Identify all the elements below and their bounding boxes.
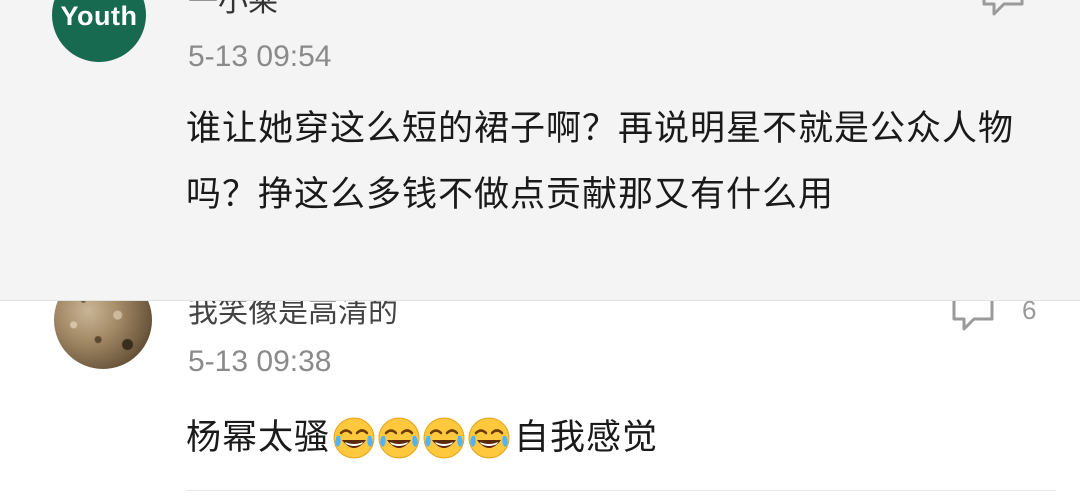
username[interactable]: 我笑像是高清的 bbox=[188, 301, 398, 331]
comment-icon[interactable] bbox=[978, 0, 1028, 18]
comment-text-before-emoji: 杨幂太骚 bbox=[186, 418, 331, 458]
tears-of-joy-emoji bbox=[378, 417, 420, 459]
comment-card[interactable]: 我笑像是高清的 6 5-13 09:38 杨幂太骚 自我感觉 bbox=[0, 300, 1080, 501]
user-avatar[interactable] bbox=[54, 301, 152, 369]
username[interactable]: 一小莱 bbox=[188, 0, 278, 20]
tears-of-joy-emoji bbox=[423, 417, 465, 459]
comment-timestamp: 5-13 09:54 bbox=[188, 40, 332, 73]
comment-text: 谁让她穿这么短的裙子啊？再说明星不就是公众人物吗？挣这么多钱不做点贡献那又有什么… bbox=[186, 109, 1015, 215]
tears-of-joy-emoji bbox=[468, 417, 510, 459]
avatar-label: Youth bbox=[60, 1, 138, 31]
divider bbox=[186, 490, 1056, 491]
user-avatar[interactable]: Youth bbox=[52, 0, 146, 62]
comment-text: 杨幂太骚 自我感觉 bbox=[186, 405, 1056, 471]
emoji-group bbox=[332, 416, 512, 460]
reply-count: 6 bbox=[1022, 300, 1037, 325]
comment-icon[interactable] bbox=[948, 300, 998, 333]
tears-of-joy-emoji bbox=[333, 417, 375, 459]
comment-card[interactable]: Youth 一小莱 5-13 09:54 谁让她穿这么短的裙子啊？再说明星不就是… bbox=[0, 0, 1080, 300]
comment-timestamp: 5-13 09:38 bbox=[188, 345, 332, 378]
avatar-photo-texture bbox=[54, 301, 152, 369]
comment-text-after-emoji: 自我感觉 bbox=[514, 418, 659, 458]
